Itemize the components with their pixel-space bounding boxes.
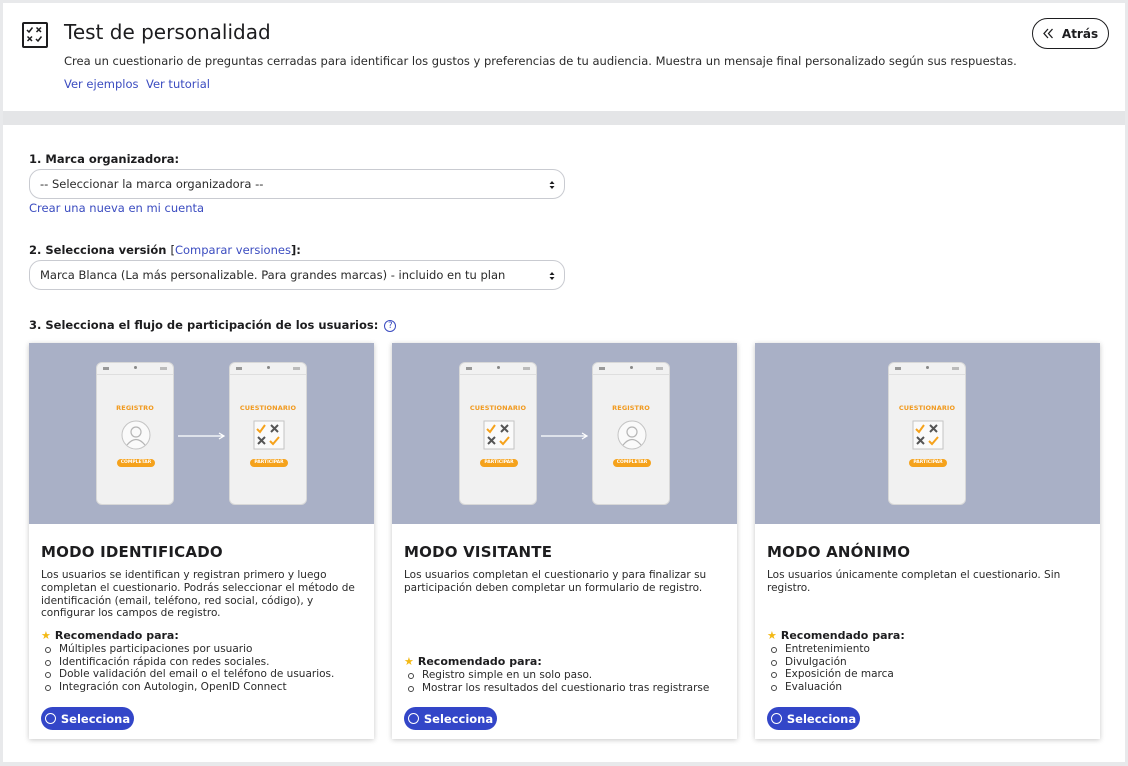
recommended-list: Múltiples participaciones por usuario Id… xyxy=(45,643,334,694)
star-icon: ★ xyxy=(41,629,51,642)
flow-label: 3. Selecciona el flujo de participación … xyxy=(29,318,397,332)
select-button-label: Selecciona xyxy=(423,711,494,726)
quiz-checks-icon xyxy=(912,420,944,450)
page-title: Test de personalidad xyxy=(64,20,271,44)
card-illustration: CUESTIONARIO PARTICIPAR REGISTRO COMPLET… xyxy=(392,343,737,524)
user-avatar-icon xyxy=(617,420,647,450)
user-avatar-icon xyxy=(121,420,151,450)
mode-card-anonymous: CUESTIONARIO PARTICIPAR MODO ANÓNIMO Los… xyxy=(755,343,1100,739)
card-description: Los usuarios completan el cuestionario y… xyxy=(404,569,707,594)
list-item: Registro simple en un solo paso. xyxy=(408,669,709,682)
compare-versions-link[interactable]: Comparar versiones xyxy=(175,243,291,257)
phone-button: PARTICIPAR xyxy=(909,459,947,467)
list-item: Entretenimiento xyxy=(771,643,894,656)
version-label-text: 2. Selecciona versión xyxy=(29,243,167,257)
phone-title: CUESTIONARIO xyxy=(239,404,297,412)
list-item: Identificación rápida con redes sociales… xyxy=(45,656,334,669)
card-description: Los usuarios se identifican y registran … xyxy=(41,569,355,620)
select-anonymous-button[interactable]: Selecciona xyxy=(767,707,860,730)
page-description: Crea un cuestionario de preguntas cerrad… xyxy=(64,54,1017,68)
arrow-right-icon xyxy=(541,432,589,440)
brand-select[interactable]: -- Seleccionar la marca organizadora -- xyxy=(29,169,565,199)
phone-mockup: CUESTIONARIO PARTICIPAR xyxy=(459,362,537,505)
phone-button: COMPLETAR xyxy=(117,459,155,467)
phone-mockup: CUESTIONARIO PARTICIPAR xyxy=(229,362,307,505)
version-label: 2. Selecciona versión [Comparar versione… xyxy=(29,243,301,257)
phone-mockup: REGISTRO COMPLETAR xyxy=(592,362,670,505)
recommended-label: Recomendado para: xyxy=(54,629,179,642)
list-item: Divulgación xyxy=(771,656,894,669)
phone-mockup: REGISTRO COMPLETAR xyxy=(96,362,174,505)
list-item: Exposición de marca xyxy=(771,668,894,681)
bracket-close: ]: xyxy=(290,243,301,257)
card-title: MODO ANÓNIMO xyxy=(767,543,911,561)
phone-mockup: CUESTIONARIO PARTICIPAR xyxy=(888,362,966,505)
phone-button: PARTICIPAR xyxy=(250,459,288,467)
recommended-label: Recomendado para: xyxy=(417,655,542,668)
card-title: MODO IDENTIFICADO xyxy=(41,543,223,561)
phone-title: CUESTIONARIO xyxy=(469,404,527,412)
brand-select-value: -- Seleccionar la marca organizadora -- xyxy=(40,177,264,191)
mode-card-identified: REGISTRO COMPLETAR CUESTIONARIO PARTICIP… xyxy=(29,343,374,739)
back-button-label: Atrás xyxy=(1061,26,1099,41)
quiz-checks-icon xyxy=(253,420,285,450)
select-visitor-button[interactable]: Selecciona xyxy=(404,707,497,730)
card-illustration: CUESTIONARIO PARTICIPAR xyxy=(755,343,1100,524)
mode-card-visitor: CUESTIONARIO PARTICIPAR REGISTRO COMPLET… xyxy=(392,343,737,739)
list-item: Evaluación xyxy=(771,681,894,694)
phone-title: REGISTRO xyxy=(116,404,154,412)
version-select-value: Marca Blanca (La más personalizable. Par… xyxy=(40,268,506,282)
select-button-label: Selecciona xyxy=(786,711,857,726)
version-select[interactable]: Marca Blanca (La más personalizable. Par… xyxy=(29,260,565,290)
list-item: Doble validación del email o el teléfono… xyxy=(45,668,334,681)
brand-label: 1. Marca organizadora: xyxy=(29,152,180,166)
page: Test de personalidad Crea un cuestionari… xyxy=(3,3,1125,762)
list-item: Integración con Autologin, OpenID Connec… xyxy=(45,681,334,694)
phone-button: PARTICIPAR xyxy=(480,459,518,467)
star-icon: ★ xyxy=(767,629,777,642)
card-description: Los usuarios únicamente completan el cue… xyxy=(767,569,1061,594)
recommended-label: Recomendado para: xyxy=(780,629,905,642)
checklist-icon xyxy=(22,22,48,48)
phone-button: COMPLETAR xyxy=(613,459,651,467)
caret-updown-icon xyxy=(549,272,555,280)
star-icon: ★ xyxy=(404,655,414,668)
select-identified-button[interactable]: Selecciona xyxy=(41,707,134,730)
quiz-checks-icon xyxy=(483,420,515,450)
list-item: Mostrar los resultados del cuestionario … xyxy=(408,682,709,695)
recommended-heading: ★ Recomendado para: xyxy=(41,629,179,642)
tutorial-link[interactable]: Ver tutorial xyxy=(146,77,210,91)
create-brand-link[interactable]: Crear una nueva en mi cuenta xyxy=(29,201,204,215)
recommended-list: Registro simple en un solo paso. Mostrar… xyxy=(408,669,709,694)
card-title: MODO VISITANTE xyxy=(404,543,553,561)
back-button[interactable]: Atrás xyxy=(1032,18,1109,49)
examples-link[interactable]: Ver ejemplos xyxy=(64,77,139,91)
select-button-label: Selecciona xyxy=(60,711,131,726)
phone-title: REGISTRO xyxy=(612,404,650,412)
phone-title: CUESTIONARIO xyxy=(898,404,956,412)
help-icon[interactable]: ? xyxy=(384,319,397,332)
list-item: Múltiples participaciones por usuario xyxy=(45,643,334,656)
double-chevron-left-icon xyxy=(1043,28,1053,39)
section-divider xyxy=(3,111,1125,125)
card-illustration: REGISTRO COMPLETAR CUESTIONARIO PARTICIP… xyxy=(29,343,374,524)
page-header: Test de personalidad Crea un cuestionari… xyxy=(3,3,1125,111)
recommended-list: Entretenimiento Divulgación Exposición d… xyxy=(771,643,894,694)
arrow-right-icon xyxy=(178,432,226,440)
radio-icon xyxy=(44,713,56,724)
recommended-heading: ★ Recomendado para: xyxy=(404,655,542,668)
radio-icon xyxy=(407,713,419,724)
recommended-heading: ★ Recomendado para: xyxy=(767,629,905,642)
flow-label-text: 3. Selecciona el flujo de participación … xyxy=(29,318,379,332)
radio-icon xyxy=(770,713,782,724)
caret-updown-icon xyxy=(549,181,555,189)
